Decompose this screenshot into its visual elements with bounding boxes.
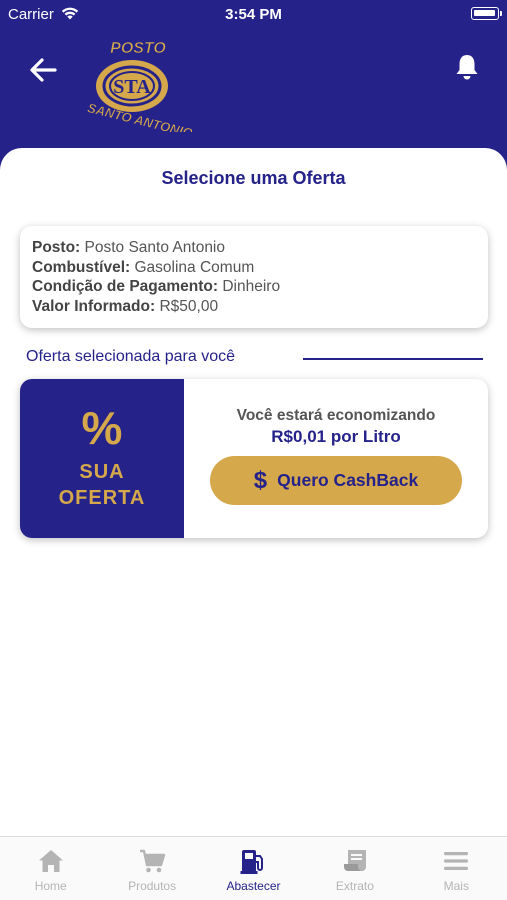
- posto-santo-antonio-logo: STA POSTO SANTO ANTONIO: [86, 40, 192, 132]
- logo-monogram: STA: [113, 76, 151, 98]
- info-valor-label: Valor Informado:: [32, 297, 156, 315]
- saving-value: R$0,01 por Litro: [271, 427, 401, 446]
- tab-produtos-label: Produtos: [128, 879, 177, 893]
- logo-top-text: POSTO: [110, 40, 166, 57]
- status-time: 3:54 PM: [225, 6, 282, 23]
- receipt-icon: [343, 850, 366, 871]
- tab-mais[interactable]: Mais: [406, 837, 507, 900]
- section-divider: [303, 358, 483, 360]
- cart-icon: [140, 849, 166, 873]
- tab-home-label: Home: [34, 879, 67, 893]
- offer-details: Você estará economizando R$0,01 por Litr…: [184, 379, 488, 538]
- app-header: Carrier 3:54 PM STA POSTO SANTO ANTONIO: [0, 0, 507, 170]
- offer-badge: % SUA OFERTA: [20, 379, 184, 538]
- cashback-button-label: Quero CashBack: [277, 470, 419, 490]
- info-posto: Posto: Posto Santo Antonio: [32, 238, 476, 258]
- info-valor-value: R$50,00: [159, 297, 219, 315]
- section-label: Oferta selecionada para você: [26, 348, 236, 365]
- info-pagamento-label: Condição de Pagamento:: [32, 278, 219, 295]
- offer-sua-text: SUA: [79, 461, 125, 483]
- tab-extrato-label: Extrato: [335, 879, 374, 893]
- bottom-tab-bar: Home Produtos Abastecer Extrato Mais: [0, 836, 507, 900]
- info-combustivel-value: Gasolina Comum: [134, 258, 255, 276]
- saving-text: Você estará economizando: [236, 407, 436, 424]
- percent-icon: %: [81, 402, 123, 454]
- content-sheet: Selecione uma Oferta Posto: Posto Santo …: [0, 148, 507, 838]
- tab-abastecer[interactable]: Abastecer: [203, 837, 304, 900]
- tab-extrato[interactable]: Extrato: [304, 837, 405, 900]
- offer-card: % SUA OFERTA Você estará economizando R$…: [20, 379, 488, 538]
- order-info-card: Posto: Posto Santo Antonio Combustível: …: [20, 226, 488, 328]
- tab-produtos[interactable]: Produtos: [101, 837, 202, 900]
- status-bar: Carrier 3:54 PM: [0, 0, 507, 30]
- info-combustivel: Combustível: Gasolina Comum: [32, 258, 476, 278]
- dollar-icon: $: [253, 466, 268, 494]
- cashback-button[interactable]: $ Quero CashBack: [210, 456, 462, 505]
- menu-icon: [444, 852, 469, 870]
- bell-icon[interactable]: [452, 52, 482, 82]
- info-pagamento: Condição de Pagamento: Dinheiro: [32, 277, 476, 297]
- fuel-pump-icon: [240, 850, 264, 874]
- tab-home[interactable]: Home: [0, 837, 101, 900]
- tab-abastecer-label: Abastecer: [226, 879, 281, 893]
- battery-icon: [471, 7, 502, 20]
- home-icon: [38, 850, 63, 872]
- page-title: Selecione uma Oferta: [161, 168, 346, 188]
- info-posto-value: Posto Santo Antonio: [84, 239, 225, 256]
- arrow-left-icon[interactable]: [28, 56, 58, 84]
- offer-oferta-text: OFERTA: [58, 487, 146, 509]
- info-combustivel-label: Combustível:: [32, 258, 131, 276]
- info-posto-label: Posto:: [32, 239, 81, 256]
- info-valor: Valor Informado: R$50,00: [32, 297, 476, 317]
- tab-mais-label: Mais: [443, 879, 469, 893]
- info-pagamento-value: Dinheiro: [222, 278, 281, 295]
